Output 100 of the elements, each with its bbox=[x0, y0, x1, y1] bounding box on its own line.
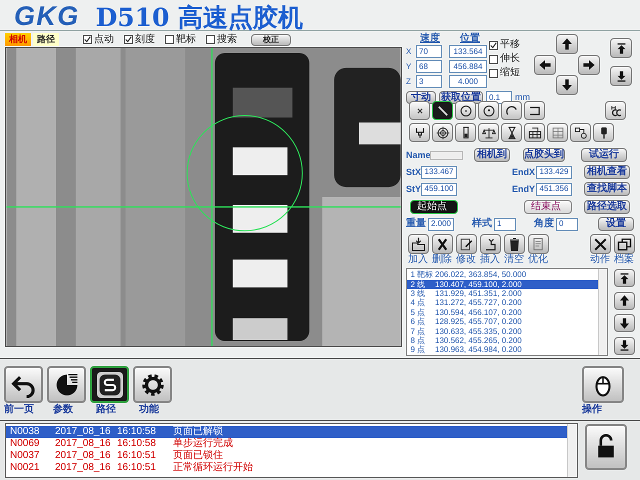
tool-button[interactable] bbox=[501, 101, 522, 120]
tab[interactable]: 路径 bbox=[33, 33, 59, 46]
input-field[interactable]: 451.356 bbox=[536, 182, 572, 196]
tool-button[interactable] bbox=[409, 123, 430, 142]
input-field[interactable]: 2.000 bbox=[428, 218, 454, 230]
button[interactable]: 试运行 bbox=[581, 148, 627, 162]
button[interactable]: 路径选取 bbox=[584, 200, 630, 214]
tool-button[interactable] bbox=[432, 101, 453, 120]
log-code: N0021 bbox=[10, 463, 40, 473]
z-axis-button[interactable] bbox=[610, 38, 632, 58]
name-field[interactable] bbox=[430, 150, 463, 160]
list-move-button[interactable] bbox=[614, 269, 635, 288]
button[interactable]: 查找脚本 bbox=[584, 182, 630, 196]
checkbox[interactable] bbox=[206, 35, 215, 44]
nozzle-clean-icon bbox=[608, 104, 622, 118]
input-field[interactable]: 70 bbox=[416, 45, 442, 58]
input-field[interactable]: 133.564 bbox=[449, 45, 487, 58]
input-field[interactable]: 3 bbox=[416, 75, 442, 88]
log-time: 16:10:58 bbox=[117, 427, 157, 437]
input-field[interactable]: 4.000 bbox=[449, 75, 487, 88]
input-field[interactable]: 133.429 bbox=[536, 166, 572, 178]
point-button[interactable]: 结束点 bbox=[524, 200, 572, 214]
folder-arrow-icon bbox=[410, 236, 426, 252]
list-row[interactable]: 2 线 130.407, 459.100, 2.000 bbox=[407, 280, 598, 290]
checkbox[interactable] bbox=[489, 54, 498, 64]
action-button[interactable] bbox=[432, 234, 452, 254]
action-button[interactable] bbox=[504, 234, 524, 254]
row-coordinates: 128.925, 455.707, 0.200 bbox=[435, 318, 522, 326]
input-field[interactable]: 133.467 bbox=[421, 166, 457, 178]
log-row[interactable]: N0037 2017_08_16 16:10:51 页面已锁住 bbox=[6, 450, 567, 462]
field-label: StY bbox=[406, 184, 421, 194]
tool-button[interactable] bbox=[409, 101, 430, 120]
input-field[interactable]: 68 bbox=[416, 60, 442, 73]
lock-button[interactable] bbox=[585, 424, 627, 470]
row-coordinates: 130.963, 454.984, 0.200 bbox=[435, 346, 522, 354]
calibrate-button[interactable]: 校正 bbox=[251, 34, 291, 46]
tool-button[interactable] bbox=[455, 123, 476, 142]
list-move-button[interactable] bbox=[614, 292, 635, 310]
list-row[interactable]: 3 线 131.929, 451.351, 2.000 bbox=[407, 289, 598, 299]
tool-button[interactable] bbox=[605, 101, 626, 120]
list-row[interactable]: 8 点 130.562, 455.265, 0.200 bbox=[407, 336, 598, 346]
operate-button[interactable] bbox=[582, 366, 624, 403]
list-row[interactable]: 6 点 128.925, 455.707, 0.200 bbox=[407, 317, 598, 327]
tool-button[interactable] bbox=[455, 101, 476, 120]
action-button[interactable] bbox=[590, 234, 610, 254]
arc-icon bbox=[504, 104, 518, 118]
row-number: 6 bbox=[410, 318, 415, 326]
button[interactable]: 点胶头到 bbox=[523, 148, 565, 162]
list-move-button[interactable] bbox=[614, 314, 635, 332]
input-field[interactable]: 459.100 bbox=[421, 182, 457, 196]
row-number: 1 bbox=[410, 271, 415, 280]
tool-button[interactable] bbox=[570, 123, 591, 142]
tool-button[interactable] bbox=[432, 123, 453, 142]
scrollbar[interactable] bbox=[598, 269, 607, 355]
action-label: 修改 bbox=[456, 255, 476, 265]
input-field[interactable]: 1 bbox=[494, 218, 516, 230]
field-label: EndY bbox=[512, 184, 536, 194]
down-button[interactable] bbox=[556, 75, 578, 96]
action-label: 动作 bbox=[590, 255, 610, 265]
log-row[interactable]: N0069 2017_08_16 16:10:58 单步运行完成 bbox=[6, 438, 567, 450]
nav-button[interactable] bbox=[4, 366, 43, 403]
tool-button[interactable] bbox=[524, 101, 545, 120]
column-header: 速度 bbox=[420, 34, 441, 43]
checkbox[interactable] bbox=[83, 35, 92, 44]
point-button[interactable]: 起始点 bbox=[410, 200, 458, 214]
action-button[interactable] bbox=[480, 234, 500, 254]
list-row[interactable]: 1 靶标 206.022, 363.854, 50.000 bbox=[407, 270, 598, 280]
up-button[interactable] bbox=[556, 34, 578, 54]
scrollbar[interactable] bbox=[567, 424, 577, 477]
nav-button[interactable] bbox=[133, 366, 172, 403]
nav-button[interactable] bbox=[47, 366, 86, 403]
log-row[interactable]: N0021 2017_08_16 16:10:51 正常循环运行开始 bbox=[6, 462, 567, 474]
tool-button[interactable] bbox=[501, 123, 522, 142]
button[interactable]: 相机查看 bbox=[584, 165, 630, 179]
checkbox[interactable] bbox=[489, 68, 498, 78]
checkbox[interactable] bbox=[165, 35, 174, 44]
tool-button[interactable] bbox=[593, 123, 614, 142]
z-axis-button[interactable] bbox=[610, 66, 632, 86]
right-button[interactable] bbox=[578, 54, 600, 75]
list-row[interactable]: 4 点 131.272, 455.727, 0.200 bbox=[407, 298, 598, 308]
nav-button[interactable] bbox=[90, 366, 129, 403]
tool-button[interactable] bbox=[478, 101, 499, 120]
list-row[interactable]: 5 点 130.594, 456.107, 0.200 bbox=[407, 308, 598, 318]
action-button[interactable] bbox=[408, 234, 428, 254]
checkbox[interactable] bbox=[489, 40, 498, 50]
input-field[interactable]: 0 bbox=[556, 218, 578, 230]
tool-button[interactable] bbox=[478, 123, 499, 142]
list-row[interactable]: 9 点 130.963, 454.984, 0.200 bbox=[407, 346, 598, 355]
tool-button[interactable] bbox=[524, 123, 545, 142]
log-row[interactable]: N0038 2017_08_16 16:10:58 页面已解锁 bbox=[6, 426, 567, 438]
button[interactable]: 相机到 bbox=[474, 148, 510, 162]
checkbox[interactable] bbox=[124, 35, 133, 44]
list-move-button[interactable] bbox=[614, 336, 635, 355]
list-row[interactable]: 7 点 130.633, 455.335, 0.200 bbox=[407, 326, 598, 336]
log-time: 16:10:51 bbox=[117, 451, 157, 461]
action-button[interactable] bbox=[456, 234, 476, 254]
left-button[interactable] bbox=[534, 54, 556, 75]
action-button[interactable] bbox=[614, 234, 634, 254]
input-field[interactable]: 456.884 bbox=[449, 60, 487, 73]
button[interactable]: 设置 bbox=[598, 217, 634, 231]
